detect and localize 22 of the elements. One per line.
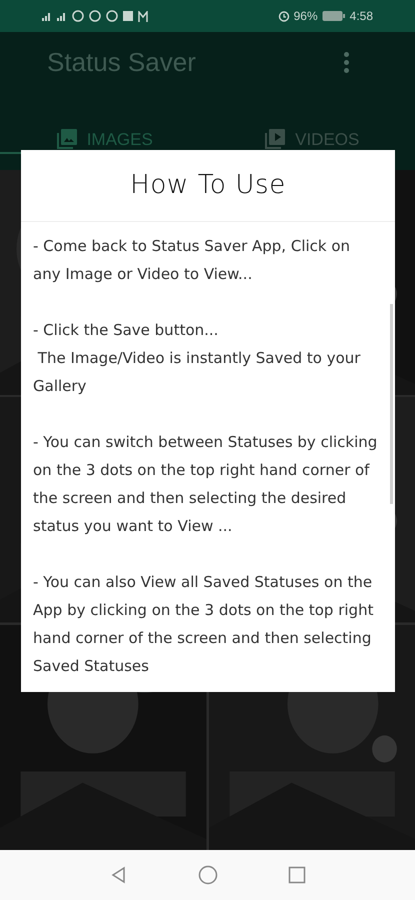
instruction-text: - Click the Save button... The Image/Video is instantly Saved to your Gallery — [33, 320, 362, 397]
signal-icon — [57, 11, 67, 21]
clock: 4:58 — [350, 8, 373, 25]
app-title: Status Saver — [47, 46, 196, 78]
instruction-text: - You can also View all Saved Statuses on the App by clicking on the 3 dots on the top right hand corner of the screen and then selecting Saved Statuses — [33, 572, 374, 677]
battery-icon — [322, 10, 346, 22]
mail-icon — [138, 10, 148, 22]
home-icon[interactable] — [198, 865, 218, 885]
notification-icon — [89, 10, 101, 22]
dialog-title: How To Use — [130, 169, 286, 202]
alarm-icon — [278, 10, 290, 22]
signal-icon — [42, 11, 52, 21]
notification-icon — [123, 11, 133, 21]
back-icon[interactable] — [110, 866, 128, 884]
notification-icon — [106, 10, 118, 22]
recents-icon[interactable] — [288, 866, 306, 884]
instruction-text: - Come back to Status Saver App, Click on any Image or Video to View... — [33, 236, 352, 285]
image-icon — [54, 127, 79, 152]
instruction-text: - You can switch between Statuses by clicking on the 3 dots on the top right hand corner of the screen and then selecting the desired status you want to View ... — [33, 432, 378, 537]
video-icon — [263, 127, 288, 152]
notification-icon — [72, 10, 84, 22]
battery-percent: 96% — [294, 8, 318, 25]
